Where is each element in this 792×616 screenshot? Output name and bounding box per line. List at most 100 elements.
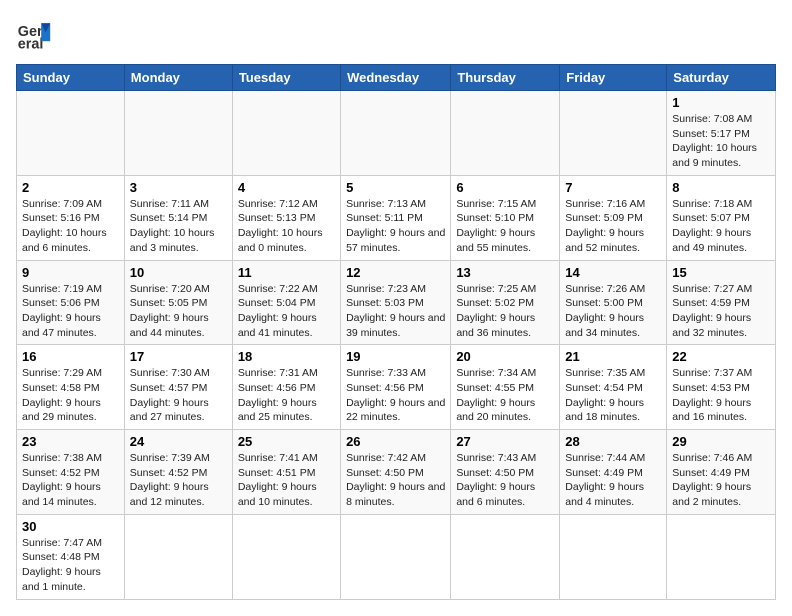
day-header-sunday: Sunday <box>17 65 125 91</box>
calendar-cell: 2 Sunrise: 7:09 AM Sunset: 5:16 PM Daylig… <box>17 175 125 260</box>
day-number: 1 <box>672 95 770 110</box>
day-number: 18 <box>238 349 335 364</box>
calendar-cell <box>124 91 232 176</box>
day-number: 12 <box>346 265 445 280</box>
day-info: Sunrise: 7:11 AM Sunset: 5:14 PM Dayligh… <box>130 197 227 256</box>
day-info: Sunrise: 7:25 AM Sunset: 5:02 PM Dayligh… <box>456 282 554 341</box>
day-header-thursday: Thursday <box>451 65 560 91</box>
calendar-cell <box>124 514 232 599</box>
day-number: 22 <box>672 349 770 364</box>
calendar-cell: 11Sunrise: 7:22 AM Sunset: 5:04 PM Dayli… <box>232 260 340 345</box>
calendar-cell: 13Sunrise: 7:25 AM Sunset: 5:02 PM Dayli… <box>451 260 560 345</box>
day-info: Sunrise: 7:33 AM Sunset: 4:56 PM Dayligh… <box>346 366 445 425</box>
day-info: Sunrise: 7:39 AM Sunset: 4:52 PM Dayligh… <box>130 451 227 510</box>
day-number: 5 <box>346 180 445 195</box>
day-number: 19 <box>346 349 445 364</box>
day-info: Sunrise: 7:44 AM Sunset: 4:49 PM Dayligh… <box>565 451 661 510</box>
calendar-cell: 19 Sunrise: 7:33 AM Sunset: 4:56 PM Dayli… <box>341 345 451 430</box>
calendar-cell: 21 Sunrise: 7:35 AM Sunset: 4:54 PM Dayli… <box>560 345 667 430</box>
calendar-cell: 24 Sunrise: 7:39 AM Sunset: 4:52 PM Dayli… <box>124 430 232 515</box>
calendar-cell: 10Sunrise: 7:20 AM Sunset: 5:05 PM Dayli… <box>124 260 232 345</box>
week-row-3: 9Sunrise: 7:19 AM Sunset: 5:06 PM Daylig… <box>17 260 776 345</box>
calendar-cell: 25Sunrise: 7:41 AM Sunset: 4:51 PM Dayli… <box>232 430 340 515</box>
calendar-cell: 1 Sunrise: 7:08 AM Sunset: 5:17 PM Daylig… <box>667 91 776 176</box>
day-number: 30 <box>22 519 119 534</box>
svg-text:eral: eral <box>18 36 44 52</box>
day-info: Sunrise: 7:46 AM Sunset: 4:49 PM Dayligh… <box>672 451 770 510</box>
day-number: 21 <box>565 349 661 364</box>
calendar-cell: 4Sunrise: 7:12 AM Sunset: 5:13 PM Daylig… <box>232 175 340 260</box>
day-info: Sunrise: 7:22 AM Sunset: 5:04 PM Dayligh… <box>238 282 335 341</box>
calendar-cell: 3Sunrise: 7:11 AM Sunset: 5:14 PM Daylig… <box>124 175 232 260</box>
day-info: Sunrise: 7:31 AM Sunset: 4:56 PM Dayligh… <box>238 366 335 425</box>
day-number: 26 <box>346 434 445 449</box>
day-number: 6 <box>456 180 554 195</box>
calendar-cell: 9Sunrise: 7:19 AM Sunset: 5:06 PM Daylig… <box>17 260 125 345</box>
calendar-cell: 27 Sunrise: 7:43 AM Sunset: 4:50 PM Dayli… <box>451 430 560 515</box>
day-info: Sunrise: 7:42 AM Sunset: 4:50 PM Dayligh… <box>346 451 445 510</box>
day-info: Sunrise: 7:27 AM Sunset: 4:59 PM Dayligh… <box>672 282 770 341</box>
calendar-cell: 29 Sunrise: 7:46 AM Sunset: 4:49 PM Dayli… <box>667 430 776 515</box>
calendar-cell: 28 Sunrise: 7:44 AM Sunset: 4:49 PM Dayli… <box>560 430 667 515</box>
day-info: Sunrise: 7:41 AM Sunset: 4:51 PM Dayligh… <box>238 451 335 510</box>
day-info: Sunrise: 7:43 AM Sunset: 4:50 PM Dayligh… <box>456 451 554 510</box>
day-header-saturday: Saturday <box>667 65 776 91</box>
day-info: Sunrise: 7:37 AM Sunset: 4:53 PM Dayligh… <box>672 366 770 425</box>
day-info: Sunrise: 7:09 AM Sunset: 5:16 PM Dayligh… <box>22 197 119 256</box>
day-header-tuesday: Tuesday <box>232 65 340 91</box>
calendar-cell: 12Sunrise: 7:23 AM Sunset: 5:03 PM Dayli… <box>341 260 451 345</box>
week-row-4: 16 Sunrise: 7:29 AM Sunset: 4:58 PM Dayli… <box>17 345 776 430</box>
calendar-cell: 8 Sunrise: 7:18 AM Sunset: 5:07 PM Daylig… <box>667 175 776 260</box>
day-number: 23 <box>22 434 119 449</box>
calendar-cell: 5 Sunrise: 7:13 AM Sunset: 5:11 PM Daylig… <box>341 175 451 260</box>
day-info: Sunrise: 7:20 AM Sunset: 5:05 PM Dayligh… <box>130 282 227 341</box>
day-info: Sunrise: 7:15 AM Sunset: 5:10 PM Dayligh… <box>456 197 554 256</box>
day-info: Sunrise: 7:19 AM Sunset: 5:06 PM Dayligh… <box>22 282 119 341</box>
week-row-6: 30 Sunrise: 7:47 AM Sunset: 4:48 PM Dayli… <box>17 514 776 599</box>
day-info: Sunrise: 7:38 AM Sunset: 4:52 PM Dayligh… <box>22 451 119 510</box>
calendar-cell: 23 Sunrise: 7:38 AM Sunset: 4:52 PM Dayli… <box>17 430 125 515</box>
day-number: 29 <box>672 434 770 449</box>
calendar-table: SundayMondayTuesdayWednesdayThursdayFrid… <box>16 64 776 600</box>
day-info: Sunrise: 7:18 AM Sunset: 5:07 PM Dayligh… <box>672 197 770 256</box>
day-number: 15 <box>672 265 770 280</box>
day-info: Sunrise: 7:35 AM Sunset: 4:54 PM Dayligh… <box>565 366 661 425</box>
day-info: Sunrise: 7:08 AM Sunset: 5:17 PM Dayligh… <box>672 112 770 171</box>
day-info: Sunrise: 7:13 AM Sunset: 5:11 PM Dayligh… <box>346 197 445 256</box>
logo-icon: Gen eral <box>16 16 52 52</box>
header-row: SundayMondayTuesdayWednesdayThursdayFrid… <box>17 65 776 91</box>
day-number: 16 <box>22 349 119 364</box>
day-header-friday: Friday <box>560 65 667 91</box>
calendar-cell: 7Sunrise: 7:16 AM Sunset: 5:09 PM Daylig… <box>560 175 667 260</box>
day-number: 27 <box>456 434 554 449</box>
calendar-cell: 30 Sunrise: 7:47 AM Sunset: 4:48 PM Dayli… <box>17 514 125 599</box>
page-header: Gen eral <box>16 16 776 52</box>
calendar-cell <box>451 91 560 176</box>
day-number: 8 <box>672 180 770 195</box>
calendar-cell <box>667 514 776 599</box>
calendar-cell: 17Sunrise: 7:30 AM Sunset: 4:57 PM Dayli… <box>124 345 232 430</box>
day-header-wednesday: Wednesday <box>341 65 451 91</box>
day-number: 2 <box>22 180 119 195</box>
calendar-cell: 18 Sunrise: 7:31 AM Sunset: 4:56 PM Dayli… <box>232 345 340 430</box>
day-number: 28 <box>565 434 661 449</box>
day-info: Sunrise: 7:16 AM Sunset: 5:09 PM Dayligh… <box>565 197 661 256</box>
calendar-cell: 20 Sunrise: 7:34 AM Sunset: 4:55 PM Dayli… <box>451 345 560 430</box>
calendar-cell: 16 Sunrise: 7:29 AM Sunset: 4:58 PM Dayli… <box>17 345 125 430</box>
day-info: Sunrise: 7:47 AM Sunset: 4:48 PM Dayligh… <box>22 536 119 595</box>
calendar-cell <box>560 514 667 599</box>
calendar-cell <box>560 91 667 176</box>
calendar-cell: 14Sunrise: 7:26 AM Sunset: 5:00 PM Dayli… <box>560 260 667 345</box>
day-number: 24 <box>130 434 227 449</box>
day-info: Sunrise: 7:34 AM Sunset: 4:55 PM Dayligh… <box>456 366 554 425</box>
calendar-cell: 6 Sunrise: 7:15 AM Sunset: 5:10 PM Daylig… <box>451 175 560 260</box>
day-header-monday: Monday <box>124 65 232 91</box>
day-info: Sunrise: 7:30 AM Sunset: 4:57 PM Dayligh… <box>130 366 227 425</box>
day-info: Sunrise: 7:29 AM Sunset: 4:58 PM Dayligh… <box>22 366 119 425</box>
calendar-cell <box>341 514 451 599</box>
day-number: 20 <box>456 349 554 364</box>
calendar-cell <box>17 91 125 176</box>
calendar-cell: 22 Sunrise: 7:37 AM Sunset: 4:53 PM Dayli… <box>667 345 776 430</box>
day-number: 14 <box>565 265 661 280</box>
week-row-5: 23 Sunrise: 7:38 AM Sunset: 4:52 PM Dayli… <box>17 430 776 515</box>
